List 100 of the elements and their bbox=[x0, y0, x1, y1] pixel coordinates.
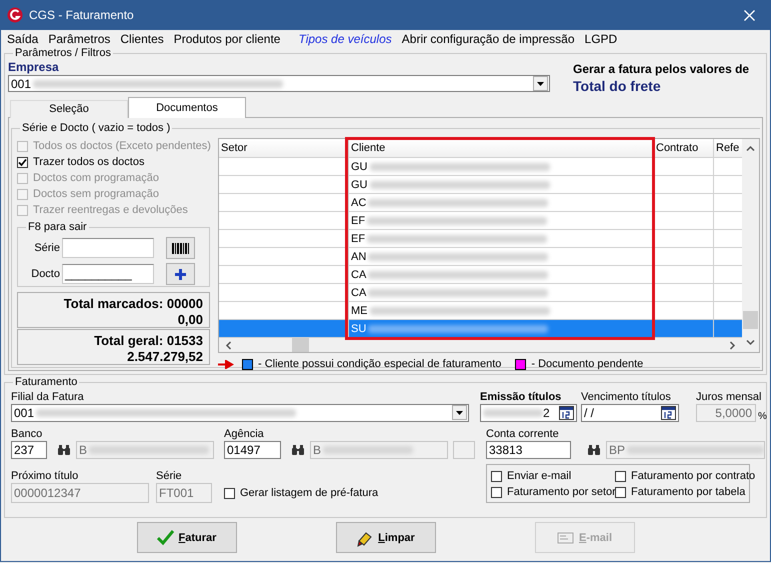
legend-text: - Documento pendente bbox=[531, 358, 644, 370]
tab[interactable]: Documentos bbox=[128, 97, 246, 118]
menu-item[interactable]: Clientes bbox=[120, 32, 172, 46]
group-title: Série e Docto ( vazio = todos ) bbox=[20, 122, 172, 135]
table-row[interactable]: CA bbox=[219, 266, 742, 284]
table-row[interactable]: GU bbox=[219, 158, 742, 176]
tab[interactable]: Seleção bbox=[10, 100, 128, 118]
column-header[interactable]: Contrato bbox=[654, 139, 714, 157]
horizontal-scrollbar[interactable] bbox=[219, 338, 742, 352]
app-logo-icon bbox=[7, 7, 23, 23]
text-field[interactable]: __________ bbox=[62, 264, 154, 284]
table-row[interactable]: EF bbox=[219, 212, 742, 230]
table-row[interactable]: CA bbox=[219, 284, 742, 302]
field-label: Série bbox=[156, 469, 183, 483]
table-cell: GU bbox=[349, 176, 654, 193]
scroll-up-icon bbox=[746, 145, 755, 152]
dropdown[interactable]: 001 bbox=[11, 404, 469, 422]
scroll-down-icon bbox=[746, 339, 755, 346]
field-label: Emissão títulos bbox=[480, 390, 562, 404]
plus-icon bbox=[175, 268, 186, 280]
table-row[interactable]: EF bbox=[219, 230, 742, 248]
field-label: Gerar a fatura pelos valores de bbox=[573, 62, 750, 76]
table-cell: AN bbox=[349, 248, 654, 265]
text-field[interactable]: 01497 bbox=[224, 441, 281, 459]
binoculars-icon bbox=[291, 444, 305, 456]
field-label: Série bbox=[33, 242, 60, 254]
table-row[interactable]: SU bbox=[219, 320, 742, 338]
checkbox-label: Trazer reentregas e devoluções bbox=[33, 204, 188, 216]
checkbox[interactable] bbox=[224, 488, 235, 498]
vertical-scrollbar[interactable] bbox=[742, 139, 759, 352]
group-title: F8 para sair bbox=[26, 221, 89, 234]
checkbox[interactable] bbox=[17, 156, 28, 168]
total-label: Total geral: 01533 bbox=[93, 333, 203, 349]
scroll-left-icon bbox=[225, 341, 232, 350]
checkbox-label: Todos os doctos (Exceto pendentes) bbox=[33, 140, 211, 152]
field-label: Próximo título bbox=[11, 469, 80, 483]
checkbox-label: Faturamento por tabela bbox=[631, 486, 746, 498]
calendar-icon bbox=[559, 406, 574, 420]
add-button[interactable] bbox=[166, 263, 195, 285]
checkbox-label: Trazer todos os doctos bbox=[33, 156, 144, 168]
checkbox-label: Faturamento por contrato bbox=[631, 470, 756, 482]
menu-item[interactable]: Tipos de veículos bbox=[290, 32, 400, 46]
close-icon bbox=[744, 10, 754, 20]
table-cell: SU bbox=[349, 320, 654, 337]
barcode-button[interactable] bbox=[166, 237, 195, 259]
checkbox-label: Enviar e-mail bbox=[507, 470, 572, 482]
table-cell: CA bbox=[349, 266, 654, 283]
column-header[interactable]: Refe bbox=[714, 139, 742, 157]
column-header[interactable]: Setor bbox=[219, 139, 349, 157]
checkbox[interactable] bbox=[615, 470, 626, 482]
menu-item[interactable]: Parâmetros bbox=[48, 32, 118, 46]
calendar-icon bbox=[661, 406, 676, 420]
menu-item[interactable]: Abrir configuração de impressão bbox=[402, 32, 583, 46]
total-amount: 0,00 bbox=[176, 312, 203, 328]
value-text: Total do frete bbox=[573, 78, 662, 94]
table-row[interactable]: AC bbox=[219, 194, 742, 212]
table-row[interactable]: GU bbox=[219, 176, 742, 194]
text-field[interactable]: 33813 bbox=[486, 441, 571, 459]
checkmark-icon bbox=[18, 158, 27, 166]
clear-button[interactable]: Limpar bbox=[336, 522, 436, 553]
scrollbar-thumb[interactable] bbox=[292, 338, 309, 352]
table-cell: AC bbox=[349, 194, 654, 211]
dropdown[interactable]: 001 bbox=[8, 75, 550, 92]
arrow-icon bbox=[218, 360, 234, 368]
checkbox[interactable] bbox=[491, 470, 502, 482]
table-cell: GU bbox=[349, 158, 654, 175]
field-label: Juros mensal bbox=[696, 390, 762, 404]
menu-item[interactable]: LGPD bbox=[584, 32, 626, 46]
unit-label: % bbox=[758, 411, 767, 422]
checkbox[interactable] bbox=[491, 486, 502, 498]
date-field[interactable]: / / bbox=[581, 404, 679, 422]
table-cell: EF bbox=[349, 230, 654, 247]
field-label: Agência bbox=[224, 427, 265, 441]
legend-text: - Cliente possui condição especial de faturamento bbox=[258, 358, 502, 370]
menu-item[interactable]: Saída bbox=[7, 32, 46, 46]
checkbox-label: Gerar listagem de pré-fatura bbox=[240, 487, 378, 499]
barcode-icon bbox=[172, 242, 189, 254]
checkbox[interactable] bbox=[615, 486, 626, 498]
text-field[interactable]: 237 bbox=[11, 441, 47, 459]
table-cell: EF bbox=[349, 212, 654, 229]
menu-item[interactable]: Produtos por cliente bbox=[174, 32, 288, 46]
table-cell: ME bbox=[349, 302, 654, 319]
table-row[interactable]: AN bbox=[219, 248, 742, 266]
date-field[interactable]: 2 bbox=[480, 404, 577, 422]
binoculars-icon bbox=[57, 444, 71, 456]
invoice-button[interactable]: Faturar bbox=[136, 522, 236, 553]
field-label: Vencimento títulos bbox=[581, 390, 672, 404]
window-title: CGS - Faturamento bbox=[29, 8, 134, 22]
checkbox-label: Doctos com programação bbox=[33, 172, 159, 184]
total-amount: 2.547.279,52 bbox=[126, 349, 203, 365]
field-label: Conta corrente bbox=[486, 427, 560, 441]
field-label: Banco bbox=[11, 427, 44, 441]
checkbox-label: Doctos sem programação bbox=[33, 188, 159, 200]
checkbox-label: Faturamento por setor bbox=[507, 486, 616, 498]
scroll-right-icon bbox=[729, 341, 736, 350]
column-header[interactable]: Cliente bbox=[349, 139, 654, 157]
text-field[interactable] bbox=[62, 238, 154, 258]
field-label: Docto bbox=[30, 268, 60, 280]
checkmark-icon bbox=[156, 528, 175, 546]
scrollbar-thumb[interactable] bbox=[743, 311, 758, 329]
